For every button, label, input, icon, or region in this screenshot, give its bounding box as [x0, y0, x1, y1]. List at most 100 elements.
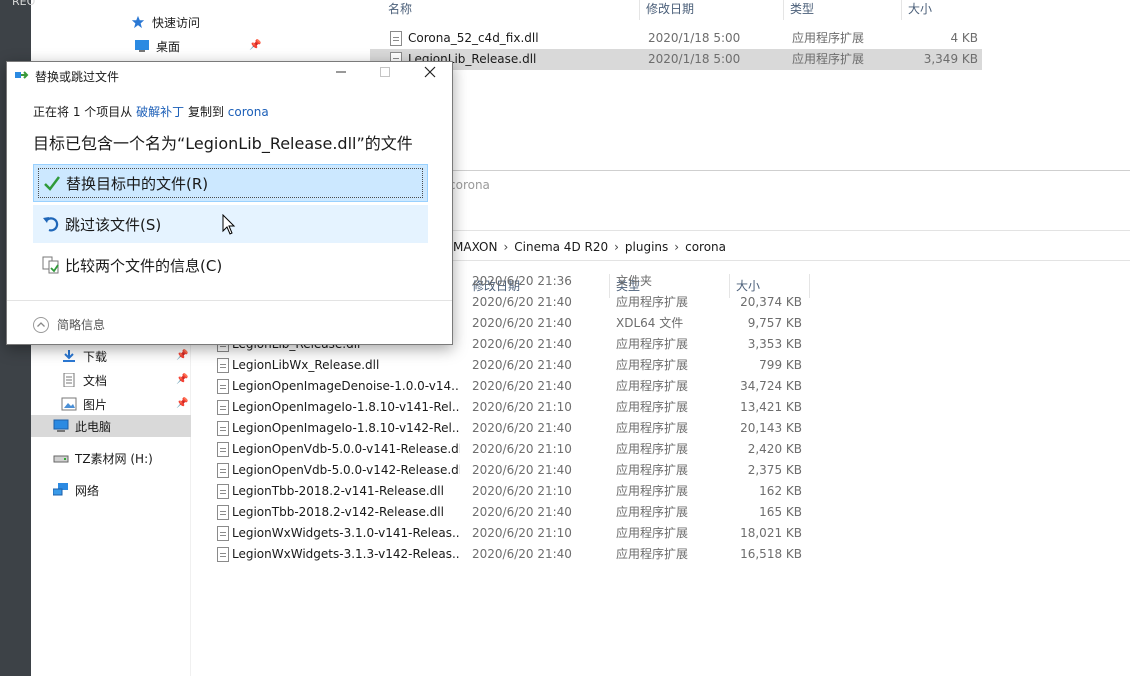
file-size: 3,353 KB [747, 337, 802, 351]
breadcrumb-item[interactable]: Cinema 4D R20 [514, 240, 608, 254]
file-size: 162 KB [759, 484, 802, 498]
file-name: Corona_52_c4d_fix.dll [408, 31, 539, 45]
file-type: 应用程序扩展 [616, 547, 689, 561]
file-size: 13,421 KB [740, 400, 802, 414]
column-size[interactable]: 大小 [902, 0, 982, 20]
file-date: 2020/6/20 21:40 [472, 505, 572, 519]
file-size: 165 KB [759, 505, 802, 519]
nav-quick-access[interactable]: 快速访问 [104, 11, 264, 33]
file-type: 应用程序扩展 [616, 484, 689, 498]
maximize-button[interactable] [363, 62, 407, 88]
file-icon [217, 484, 229, 499]
breadcrumb-item[interactable]: MAXON [453, 240, 497, 254]
table-row[interactable]: LegionOpenVdb-5.0.0-v141-Release.dll 2020… [193, 439, 813, 460]
file-icon [217, 463, 229, 478]
dialog-title: 替换或跳过文件 [35, 70, 120, 84]
option-label: 跳过该文件(S) [65, 215, 162, 234]
nav-documents[interactable]: 文档 📌 [31, 369, 191, 391]
file-type: 应用程序扩展 [616, 400, 689, 414]
file-size: 16,518 KB [740, 547, 802, 561]
nav-this-pc[interactable]: 此电脑 [31, 415, 191, 437]
file-size: 18,021 KB [740, 526, 802, 540]
dialog-divider [7, 300, 452, 301]
minimize-button[interactable] [319, 62, 363, 88]
file-type: 应用程序扩展 [616, 463, 689, 477]
drive-icon [53, 455, 69, 463]
breadcrumb-item[interactable]: plugins [625, 240, 668, 254]
nav-label: TZ素材网 (H:) [75, 451, 153, 466]
table-row[interactable]: LegionTbb-2018.2-v141-Release.dll 2020/6/… [193, 481, 813, 502]
file-icon [217, 400, 229, 415]
conflict-headline: 目标已包含一个名为“LegionLib_Release.dll”的文件 [33, 134, 413, 153]
file-type: 应用程序扩展 [616, 337, 689, 351]
file-type: 文件夹 [616, 274, 653, 288]
file-date: 2020/6/20 21:10 [472, 484, 572, 498]
document-icon [63, 373, 75, 387]
table-row[interactable]: LegionOpenVdb-5.0.0-v142-Release.dll 2020… [193, 460, 813, 481]
nav-label: 文档 [83, 373, 108, 388]
file-date: 2020/6/20 21:40 [472, 421, 572, 435]
column-type[interactable]: 类型 [784, 0, 902, 20]
file-date: 2020/6/20 21:40 [472, 295, 572, 309]
nav-network[interactable]: 网络 [31, 479, 191, 501]
file-size: 20,143 KB [740, 421, 802, 435]
table-row-selected[interactable]: LegionLib_Release.dll 2020/1/18 5:00 应用程… [370, 49, 982, 70]
file-name: LegionOpenImageIo-1.8.10-v141-Rel... [232, 400, 460, 414]
close-button[interactable] [408, 62, 452, 88]
compare-files-icon [42, 256, 59, 274]
table-row[interactable]: Corona_52_c4d_fix.dll 2020/1/18 5:00 应用程… [370, 28, 982, 49]
chevron-right-icon: › [503, 239, 509, 254]
download-icon [63, 350, 75, 362]
nav-desktop[interactable]: 桌面 📌 [104, 35, 264, 57]
file-name: LegionTbb-2018.2-v141-Release.dll [232, 484, 444, 498]
nav-drive-h[interactable]: TZ素材网 (H:) [31, 447, 191, 469]
pin-icon: 📌 [176, 350, 189, 361]
file-type: 应用程序扩展 [616, 379, 689, 393]
file-type: 应用程序扩展 [616, 526, 689, 540]
file-date: 2020/6/20 21:40 [472, 379, 572, 393]
file-size: 2,420 KB [747, 442, 802, 456]
breadcrumb-item[interactable]: corona [685, 240, 726, 254]
checkmark-icon [44, 176, 60, 191]
source-folder-link[interactable]: 破解补丁 [136, 105, 184, 119]
file-icon [217, 379, 229, 394]
replace-file-button[interactable]: 替换目标中的文件(R) [33, 164, 428, 202]
file-icon [217, 442, 229, 457]
file-date: 2020/6/20 21:40 [472, 316, 572, 330]
file-date: 2020/1/18 5:00 [648, 52, 741, 66]
file-size [734, 271, 802, 292]
file-icon [217, 421, 229, 436]
file-icon [217, 547, 229, 562]
pin-icon: 📌 [249, 40, 262, 51]
column-date[interactable]: 修改日期 [640, 0, 784, 20]
file-size: 3,349 KB [923, 52, 978, 66]
fewer-details-toggle[interactable]: 简略信息 [33, 316, 105, 333]
file-name: LegionTbb-2018.2-v142-Release.dll [232, 505, 444, 519]
chevron-right-icon: › [614, 239, 619, 254]
nav-downloads[interactable]: 下载 📌 [31, 345, 191, 367]
file-type: 应用程序扩展 [616, 421, 689, 435]
file-size: 799 KB [759, 358, 802, 372]
column-name[interactable]: 名称 [382, 0, 640, 20]
file-name: LegionWxWidgets-3.1.0-v141-Releas... [232, 526, 460, 540]
table-row[interactable]: LegionOpenImageDenoise-1.0.0-v14... 2020/… [193, 376, 813, 397]
pin-icon: 📌 [176, 398, 189, 409]
table-row[interactable]: LegionTbb-2018.2-v142-Release.dll 2020/6/… [193, 502, 813, 523]
table-row[interactable]: LegionWxWidgets-3.1.0-v141-Releas... 2020… [193, 523, 813, 544]
replace-or-skip-dialog: 替换或跳过文件 正在将 1 个项目从 破解补丁 复制到 corona 目标已包含… [6, 61, 453, 345]
table-row[interactable]: LegionOpenImageIo-1.8.10-v141-Rel... 2020… [193, 397, 813, 418]
compare-files-button[interactable]: 比较两个文件的信息(C) [33, 246, 428, 284]
table-row[interactable]: LegionOpenImageIo-1.8.10-v142-Rel... 2020… [193, 418, 813, 439]
table-row[interactable]: LegionLibWx_Release.dll 2020/6/20 21:40 应用… [193, 355, 813, 376]
pin-icon: 📌 [176, 374, 189, 385]
dialog-titlebar[interactable]: 替换或跳过文件 [7, 62, 452, 88]
file-date: 2020/6/20 21:36 [472, 274, 572, 288]
chevron-up-icon [33, 316, 49, 333]
file-icon [390, 31, 402, 46]
nav-label: 网络 [75, 483, 100, 498]
table-row[interactable]: LegionWxWidgets-3.1.3-v142-Releas... 2020… [193, 544, 813, 565]
file-date: 2020/6/20 21:40 [472, 547, 572, 561]
nav-pictures[interactable]: 图片 📌 [31, 393, 191, 415]
destination-folder-link[interactable]: corona [228, 105, 269, 119]
file-name: LegionOpenImageIo-1.8.10-v142-Rel... [232, 421, 460, 435]
